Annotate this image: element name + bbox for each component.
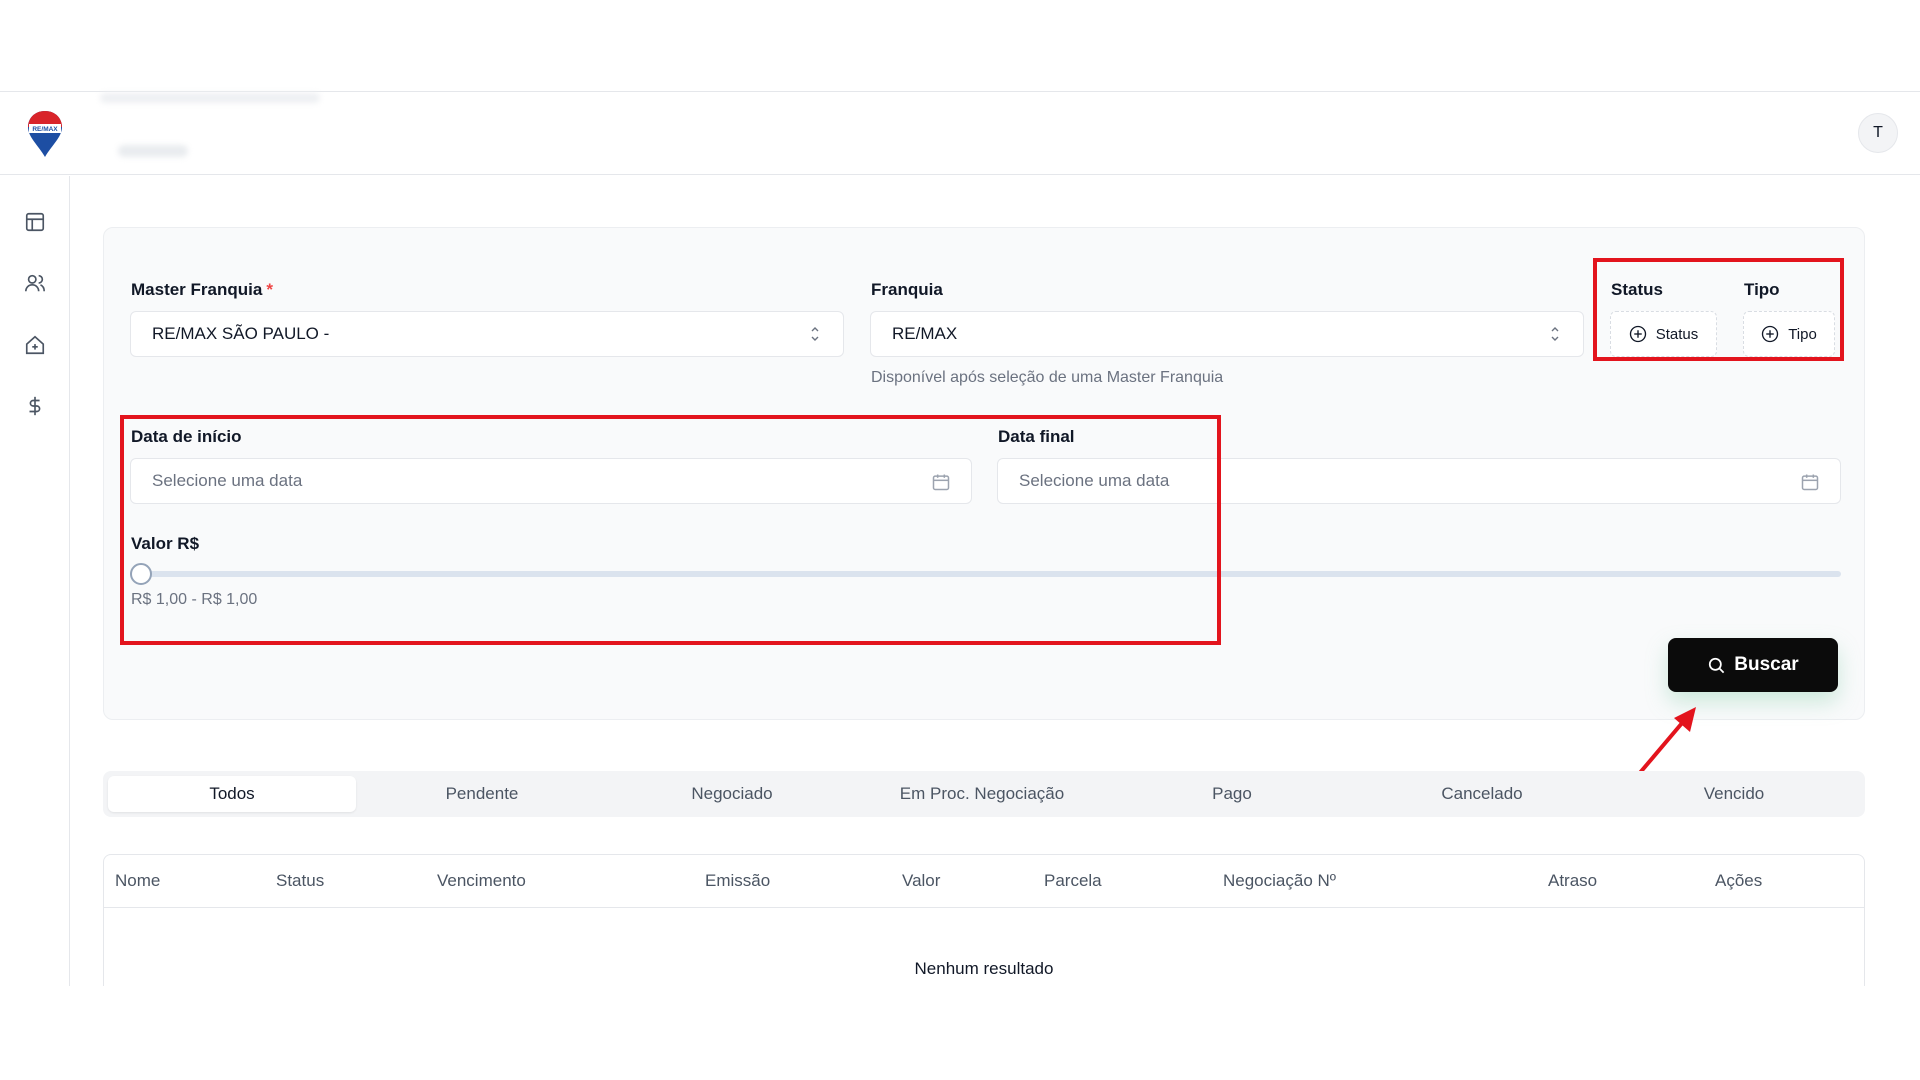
tab-em-proc-negociacao[interactable]: Em Proc. Negociação bbox=[858, 776, 1106, 812]
app-header: RE/MAX T bbox=[0, 93, 1920, 175]
master-franquia-value: RE/MAX SÃO PAULO - bbox=[152, 324, 330, 343]
sidebar-item-dashboard[interactable] bbox=[23, 210, 47, 234]
sidebar-item-properties[interactable] bbox=[23, 333, 47, 357]
column-header-valor[interactable]: Valor bbox=[902, 871, 940, 891]
tab-label: Em Proc. Negociação bbox=[899, 784, 1065, 803]
tab-label: Vencido bbox=[1703, 784, 1765, 803]
logo-text: RE/MAX bbox=[32, 126, 58, 133]
sidebar bbox=[0, 176, 70, 986]
dollar-icon bbox=[29, 396, 41, 416]
tab-pendente[interactable]: Pendente bbox=[358, 776, 606, 812]
empty-state-text: Nenhum resultado bbox=[914, 959, 1054, 978]
breadcrumb-blurred bbox=[118, 145, 188, 157]
column-header-negociacao[interactable]: Negociação Nº bbox=[1223, 871, 1336, 891]
top-band bbox=[0, 0, 1920, 92]
master-franquia-select[interactable]: RE/MAX SÃO PAULO - bbox=[130, 311, 844, 357]
column-header-nome[interactable]: Nome bbox=[115, 871, 160, 891]
column-header-vencimento[interactable]: Vencimento bbox=[437, 871, 526, 891]
tab-label: Cancelado bbox=[1441, 784, 1523, 803]
tab-label: Negociado bbox=[691, 784, 773, 803]
tab-label: Todos bbox=[209, 784, 255, 803]
franquia-value: RE/MAX bbox=[892, 324, 958, 343]
sidebar-item-users[interactable] bbox=[23, 271, 47, 295]
master-franquia-label: Master Franquia * bbox=[131, 280, 273, 299]
franquia-hint: Disponível após seleção de uma Master Fr… bbox=[871, 369, 1224, 386]
sidebar-item-finance[interactable] bbox=[23, 394, 47, 418]
avatar-initial: T bbox=[1873, 124, 1883, 141]
chevron-up-down-icon bbox=[811, 327, 819, 341]
tab-negociado[interactable]: Negociado bbox=[608, 776, 856, 812]
column-header-status[interactable]: Status bbox=[276, 871, 324, 891]
column-header-atraso[interactable]: Atraso bbox=[1548, 871, 1597, 891]
highlight-box-status-tipo bbox=[1593, 258, 1844, 361]
column-header-acoes: Ações bbox=[1715, 871, 1763, 890]
tab-cancelado[interactable]: Cancelado bbox=[1358, 776, 1606, 812]
highlight-box-dates-valor bbox=[120, 415, 1221, 645]
tab-pago[interactable]: Pago bbox=[1108, 776, 1356, 812]
layout-icon bbox=[25, 212, 45, 232]
calendar-icon bbox=[1801, 474, 1819, 491]
tab-todos[interactable]: Todos bbox=[108, 776, 356, 812]
results-table: Nome Status Vencimento Emissão Valor Par… bbox=[103, 854, 1865, 986]
remax-balloon-logo[interactable]: RE/MAX bbox=[26, 109, 64, 159]
search-button[interactable]: Buscar bbox=[1668, 638, 1838, 692]
house-plus-icon bbox=[25, 335, 45, 355]
page-title-blurred bbox=[100, 93, 320, 103]
franquia-label: Franquia bbox=[871, 280, 943, 299]
users-icon bbox=[25, 274, 45, 292]
search-button-label: Buscar bbox=[1734, 654, 1799, 675]
table-header-row: Nome Status Vencimento Emissão Valor Par… bbox=[104, 855, 1864, 908]
franquia-select[interactable]: RE/MAX bbox=[870, 311, 1584, 357]
column-header-emissao[interactable]: Emissão bbox=[705, 871, 770, 891]
bottom-band bbox=[0, 986, 1920, 1080]
column-header-parcela[interactable]: Parcela bbox=[1044, 871, 1102, 891]
user-avatar[interactable]: T bbox=[1858, 113, 1898, 153]
chevron-up-down-icon bbox=[1551, 327, 1559, 341]
status-tabs: Todos Pendente Negociado Em Proc. Negoci… bbox=[103, 771, 1865, 817]
search-icon bbox=[1709, 657, 1725, 673]
tab-vencido[interactable]: Vencido bbox=[1608, 776, 1860, 812]
required-mark: * bbox=[266, 280, 273, 299]
tab-label: Pago bbox=[1212, 784, 1252, 803]
tab-label: Pendente bbox=[445, 784, 519, 803]
